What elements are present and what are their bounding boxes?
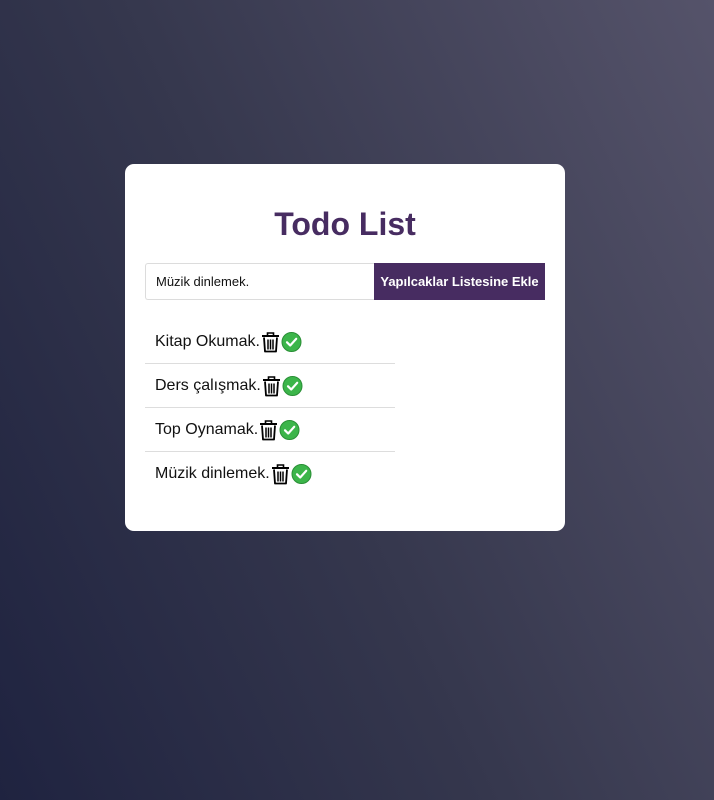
- page-title: Todo List: [274, 206, 416, 242]
- check-icon[interactable]: [282, 375, 303, 397]
- todo-text: Top Oynamak.: [155, 420, 259, 438]
- todo-list: Kitap Okumak. Ders çalışmak. Top Oynamak…: [145, 320, 395, 496]
- trash-icon[interactable]: [261, 375, 282, 397]
- check-icon[interactable]: [279, 419, 300, 441]
- trash-icon[interactable]: [260, 331, 281, 353]
- todo-text: Müzik dinlemek.: [155, 465, 270, 482]
- todo-input[interactable]: [145, 263, 374, 300]
- check-icon[interactable]: [281, 331, 302, 353]
- todo-item: Ders çalışmak.: [145, 364, 395, 408]
- add-todo-form: Yapılcaklar Listesine Ekle: [145, 263, 545, 300]
- todo-card: Todo List Yapılcaklar Listesine Ekle Kit…: [125, 164, 565, 531]
- todo-item: Müzik dinlemek.: [145, 452, 395, 496]
- todo-item: Kitap Okumak.: [145, 320, 395, 364]
- add-todo-button[interactable]: Yapılcaklar Listesine Ekle: [374, 263, 545, 300]
- todo-text: Ders çalışmak.: [155, 376, 261, 394]
- trash-icon[interactable]: [258, 419, 279, 441]
- todo-item: Top Oynamak.: [145, 408, 395, 452]
- trash-icon[interactable]: [270, 463, 291, 485]
- check-icon[interactable]: [291, 463, 312, 485]
- todo-text: Kitap Okumak.: [155, 332, 260, 350]
